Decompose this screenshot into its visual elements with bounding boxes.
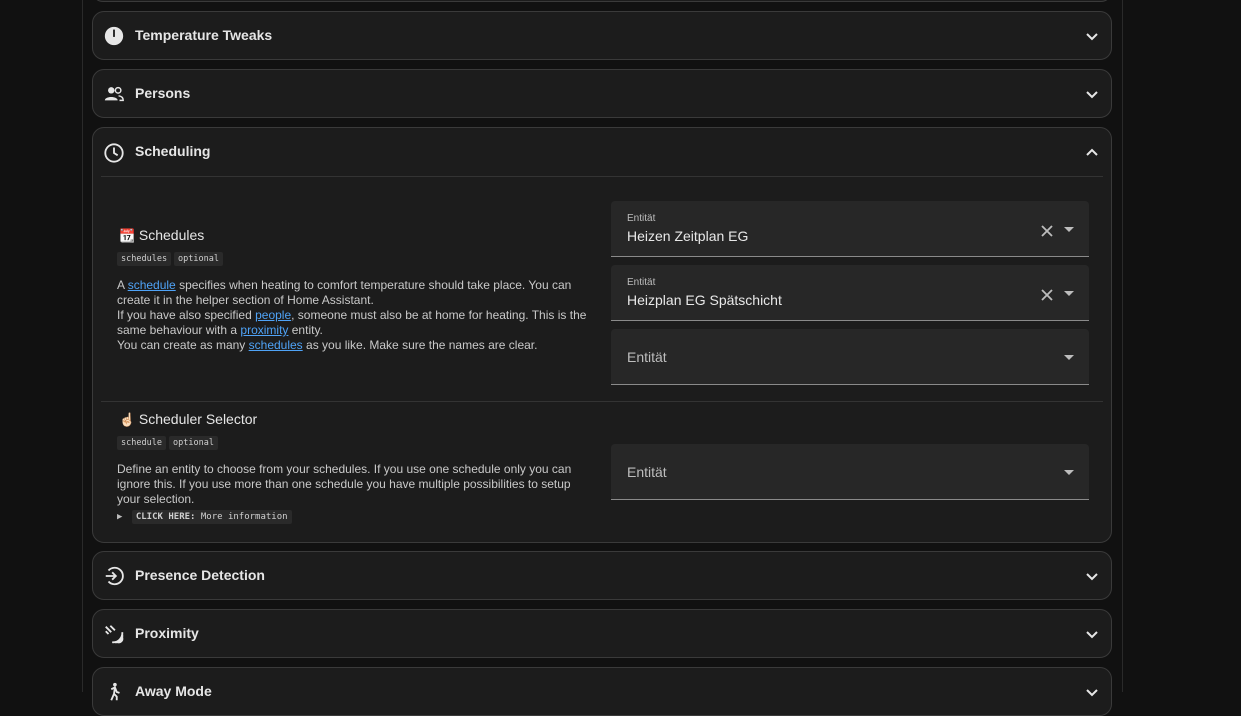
panel-title: Away Mode bbox=[135, 683, 212, 699]
chevron-down-icon[interactable] bbox=[1085, 29, 1099, 43]
enter-circle-icon bbox=[105, 566, 124, 586]
panel-title: Temperature Tweaks bbox=[135, 27, 273, 43]
chevron-down-icon[interactable] bbox=[1085, 569, 1099, 583]
scheduler-selector-field[interactable]: Entität bbox=[611, 444, 1089, 500]
clear-icon[interactable] bbox=[1039, 223, 1055, 239]
chevron-down-icon[interactable] bbox=[1085, 685, 1099, 699]
panel-presence-detection[interactable]: Presence Detection bbox=[92, 551, 1112, 600]
header-divider bbox=[101, 176, 1103, 177]
panel-header[interactable]: Proximity bbox=[93, 610, 1111, 658]
thermometer-dial-icon bbox=[104, 26, 124, 46]
panel-temperature-tweaks[interactable]: Temperature Tweaks bbox=[92, 11, 1112, 60]
field-placeholder: Entität bbox=[627, 464, 667, 480]
field-label: Entität bbox=[627, 277, 656, 288]
dropdown-arrow-icon[interactable] bbox=[1063, 354, 1075, 362]
schedules-title: 📆 Schedules bbox=[119, 227, 204, 244]
tag-key: schedule bbox=[117, 436, 166, 450]
panel-title: Proximity bbox=[135, 625, 199, 641]
panel-header[interactable]: Presence Detection bbox=[93, 552, 1111, 600]
people-icon bbox=[104, 86, 124, 102]
panel-header[interactable]: Away Mode bbox=[93, 668, 1111, 716]
chevron-down-icon[interactable] bbox=[1085, 87, 1099, 101]
field-label: Entität bbox=[627, 213, 656, 224]
scheduler-selector-description: Define an entity to choose from your sch… bbox=[117, 462, 572, 506]
scheduler-selector-title: ☝🏻 Scheduler Selector bbox=[119, 411, 257, 428]
panel-title: Presence Detection bbox=[135, 567, 265, 583]
schedules-description: A schedule specifies when heating to com… bbox=[117, 278, 601, 353]
desc-text: specifies when heating to comfort temper… bbox=[117, 278, 572, 307]
dropdown-arrow-icon[interactable] bbox=[1063, 290, 1075, 298]
panel-title: Persons bbox=[135, 85, 191, 101]
schedule-link[interactable]: schedule bbox=[128, 278, 176, 292]
field-placeholder: Entität bbox=[627, 349, 667, 365]
signal-approach-icon bbox=[105, 625, 124, 644]
previous-panel-edge bbox=[92, 0, 1112, 2]
panel-title: Scheduling bbox=[135, 143, 211, 159]
desc-text: entity. bbox=[288, 323, 323, 337]
dropdown-arrow-icon[interactable] bbox=[1063, 226, 1075, 234]
scheduler-selector-title-text: Scheduler Selector bbox=[138, 411, 258, 427]
calendar-icon: 📆 bbox=[119, 228, 136, 243]
clock-icon bbox=[104, 143, 124, 163]
blueprint-form: Temperature Tweaks Persons Scheduling 📆 … bbox=[82, 0, 1123, 716]
section-divider bbox=[101, 401, 1103, 402]
tag-key: schedules bbox=[117, 252, 172, 266]
dropdown-arrow-icon[interactable] bbox=[1063, 469, 1075, 477]
clear-icon[interactable] bbox=[1039, 287, 1055, 303]
more-info-bold: CLICK HERE: bbox=[135, 512, 196, 522]
more-info-label[interactable]: CLICK HERE: More information bbox=[131, 510, 292, 524]
desc-text: A bbox=[117, 278, 128, 292]
walking-person-icon bbox=[110, 682, 120, 701]
chevron-down-icon[interactable] bbox=[1085, 627, 1099, 641]
tag-optional: optional bbox=[169, 436, 218, 450]
pointing-up-icon: ☝🏻 bbox=[119, 412, 136, 427]
proximity-link[interactable]: proximity bbox=[240, 323, 288, 337]
chevron-up-icon[interactable] bbox=[1085, 145, 1099, 159]
entity-field-3[interactable]: Entität bbox=[611, 329, 1089, 385]
schedules-link[interactable]: schedules bbox=[249, 338, 303, 352]
panel-header[interactable]: Persons bbox=[93, 70, 1111, 118]
entity-field-2[interactable]: Entität Heizplan EG Spätschicht bbox=[611, 265, 1089, 321]
tag-optional: optional bbox=[174, 252, 223, 266]
desc-text: You can create as many bbox=[117, 338, 249, 352]
more-info-toggle[interactable]: ▶ CLICK HERE: More information bbox=[117, 510, 292, 524]
panel-scheduling: Scheduling 📆 Schedules schedules optiona… bbox=[92, 127, 1112, 543]
desc-text: If you have also specified bbox=[117, 308, 256, 322]
entity-field-1[interactable]: Entität Heizen Zeitplan EG bbox=[611, 201, 1089, 257]
schedules-title-text: Schedules bbox=[138, 227, 205, 243]
panel-persons[interactable]: Persons bbox=[92, 69, 1112, 118]
panel-header[interactable]: Scheduling bbox=[93, 128, 1111, 176]
desc-text: as you like. Make sure the names are cle… bbox=[302, 338, 538, 352]
field-value: Heizplan EG Spätschicht bbox=[627, 292, 782, 308]
people-link[interactable]: people bbox=[255, 308, 291, 322]
panel-proximity[interactable]: Proximity bbox=[92, 609, 1112, 658]
more-info-text: More information bbox=[195, 512, 288, 522]
disclosure-triangle-icon: ▶ bbox=[117, 512, 123, 522]
panel-header[interactable]: Temperature Tweaks bbox=[93, 12, 1111, 60]
field-value: Heizen Zeitplan EG bbox=[627, 228, 749, 244]
